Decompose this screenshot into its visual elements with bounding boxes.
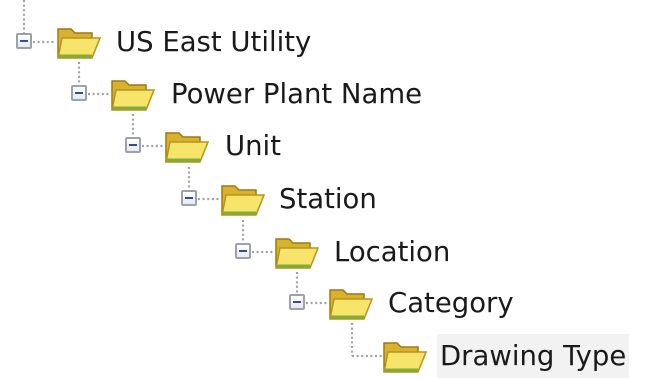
open-folder-icon [382, 337, 428, 377]
tree-node-label[interactable]: US East Utility [113, 20, 314, 64]
collapse-minus-icon[interactable] [235, 243, 251, 259]
tree-node-label[interactable]: Station [276, 177, 380, 221]
open-folder-icon [220, 180, 266, 220]
tree-node-station[interactable]: Station [0, 177, 400, 221]
open-folder-icon [328, 284, 374, 324]
tree-node-location[interactable]: Location [0, 230, 480, 274]
collapse-minus-icon[interactable] [125, 137, 141, 153]
tree-node-label[interactable]: Category [385, 281, 517, 325]
tree-view: US East Utility Power Plant Name Unit St… [0, 0, 659, 378]
collapse-minus-icon[interactable] [16, 33, 32, 49]
collapse-minus-icon[interactable] [181, 190, 197, 206]
tree-node-drawing-type[interactable]: Drawing Type [0, 334, 659, 378]
open-folder-icon [274, 233, 320, 273]
tree-node-unit[interactable]: Unit [0, 124, 320, 168]
tree-node-us-east-utility[interactable]: US East Utility [0, 20, 360, 64]
open-folder-icon [56, 23, 102, 63]
open-folder-icon [164, 127, 210, 167]
tree-node-power-plant-name[interactable]: Power Plant Name [0, 72, 470, 116]
tree-node-label-selected[interactable]: Drawing Type [437, 334, 630, 378]
tree-node-label[interactable]: Power Plant Name [168, 72, 425, 116]
tree-node-label[interactable]: Location [331, 230, 453, 274]
tree-node-category[interactable]: Category [0, 281, 540, 325]
tree-node-label[interactable]: Unit [222, 124, 284, 168]
collapse-minus-icon[interactable] [71, 85, 87, 101]
collapse-minus-icon[interactable] [289, 294, 305, 310]
open-folder-icon [110, 75, 156, 115]
